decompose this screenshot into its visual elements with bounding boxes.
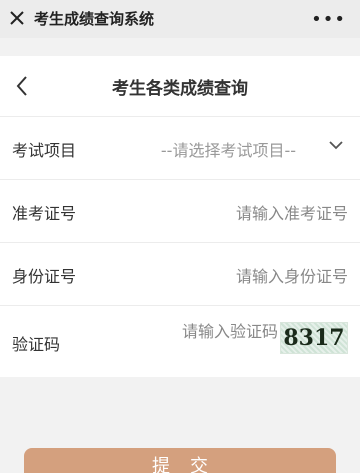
id-number-row: 身份证号 请输入身份证号 xyxy=(0,242,360,305)
id-number-label: 身份证号 xyxy=(12,267,77,286)
close-icon[interactable] xyxy=(8,9,26,27)
exam-project-label: 考试项目 xyxy=(12,141,77,160)
captcha-label: 验证码 xyxy=(12,335,61,354)
exam-project-select[interactable]: --请选择考试项目-- xyxy=(161,137,296,161)
exam-project-row[interactable]: 考试项目 --请选择考试项目-- xyxy=(0,116,360,179)
ticket-number-label: 准考证号 xyxy=(12,204,77,223)
captcha-row: 验证码 请输入验证码 8317 xyxy=(0,305,360,377)
query-form: 考试项目 --请选择考试项目-- 准考证号 请输入准考证号 身份证号 请输入身份… xyxy=(0,116,360,377)
app-title: 考生成绩查询系统 xyxy=(34,10,155,28)
captcha-input[interactable]: 请输入验证码 xyxy=(182,318,278,342)
captcha-image[interactable]: 8317 xyxy=(280,322,348,354)
chevron-down-icon[interactable] xyxy=(328,139,344,151)
ticket-number-row: 准考证号 请输入准考证号 xyxy=(0,179,360,242)
submit-button[interactable]: 提交 xyxy=(24,448,336,473)
ticket-number-input[interactable]: 请输入准考证号 xyxy=(236,200,348,224)
title-bar: 考生成绩查询系统 ••• xyxy=(0,0,360,38)
spacer xyxy=(0,387,360,417)
page-title: 考生各类成绩查询 xyxy=(112,79,248,99)
id-number-input[interactable]: 请输入身份证号 xyxy=(236,263,348,287)
more-icon[interactable]: ••• xyxy=(311,9,346,30)
page-header: 考生各类成绩查询 xyxy=(0,56,360,116)
